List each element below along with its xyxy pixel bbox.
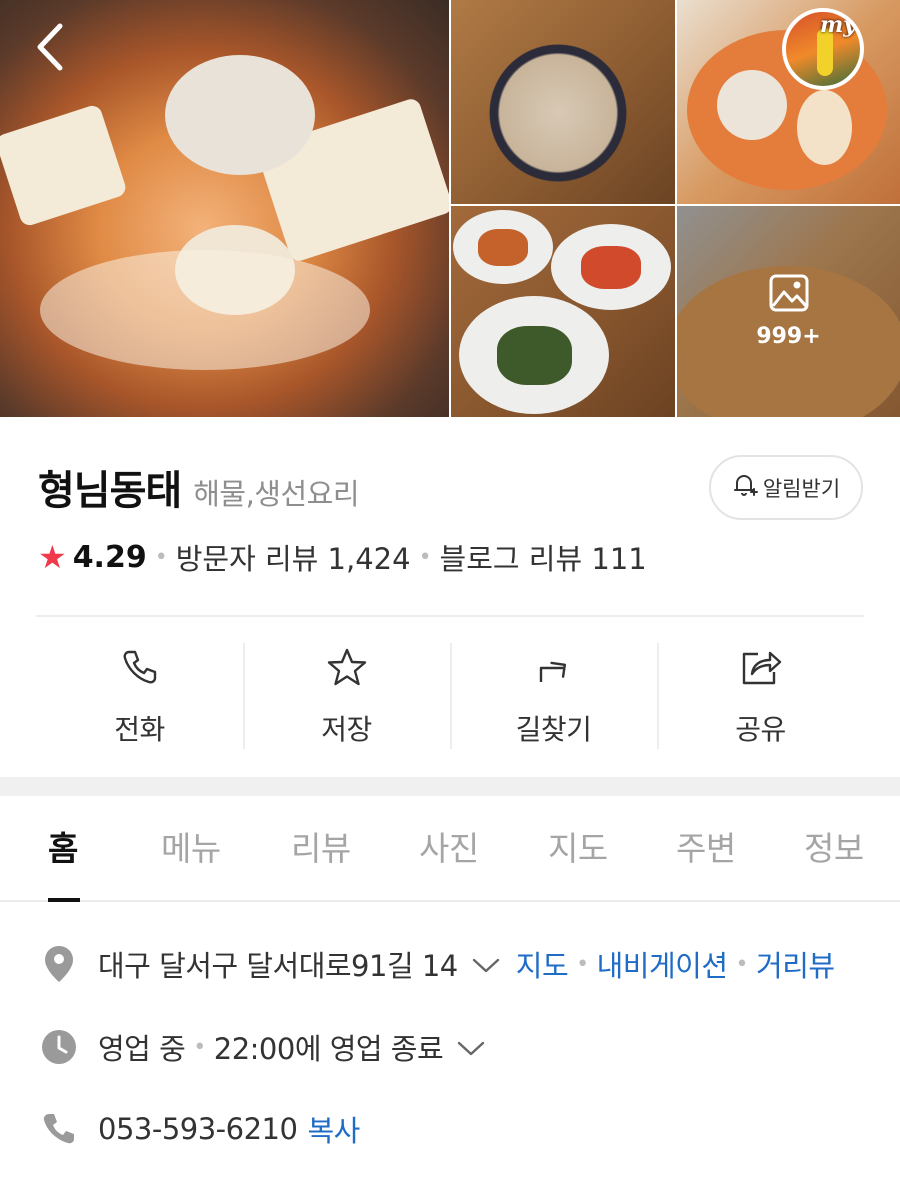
photo-gallery: 999+ my	[0, 0, 900, 417]
address-row: 대구 달서구 달서대로91길 14 지도 • 내비게이션 • 거리뷰	[38, 943, 835, 985]
more-photos-count: 999+	[756, 324, 821, 349]
photo-plate-1	[453, 210, 553, 284]
share-button[interactable]: 공유	[657, 643, 864, 749]
directions-label: 길찾기	[515, 713, 592, 746]
place-header: 형님동태 해물,생선요리	[38, 458, 360, 516]
divider	[36, 615, 864, 617]
hours-expand-chevron-icon[interactable]	[457, 1030, 485, 1064]
closing-time: 22:00에 영업 종료	[213, 1032, 444, 1066]
address-text: 대구 달서구 달서대로91길 14	[98, 949, 458, 983]
place-category: 해물,생선요리	[193, 477, 360, 511]
phone-filled-icon	[38, 1112, 80, 1146]
photo-fish	[165, 55, 315, 175]
separator-dot: •	[193, 1034, 206, 1060]
tab-home[interactable]: 홈	[48, 822, 78, 870]
notify-label: 알림받기	[762, 476, 841, 501]
clock-icon	[38, 1029, 80, 1065]
phone-icon	[121, 643, 159, 690]
copy-phone-link[interactable]: 복사	[307, 1108, 360, 1150]
directions-button[interactable]: 길찾기	[450, 643, 657, 749]
save-label: 저장	[321, 713, 372, 746]
phone-row: 053-593-6210 복사	[38, 1108, 360, 1150]
location-pin-icon	[38, 945, 80, 983]
navigation-link[interactable]: 내비게이션	[597, 943, 728, 985]
tab-reviews[interactable]: 리뷰	[291, 822, 351, 870]
separator-dot: •	[154, 544, 168, 570]
rating-star-icon: ★	[38, 538, 67, 576]
share-icon	[740, 643, 782, 690]
bell-plus-icon	[732, 472, 763, 503]
image-icon	[769, 274, 809, 316]
tab-bar: 홈 메뉴 리뷰 사진 지도 주변 정보	[0, 796, 900, 902]
share-label: 공유	[735, 713, 786, 746]
photo-noodles	[40, 250, 370, 370]
notify-button[interactable]: 알림받기	[709, 455, 863, 520]
tab-map[interactable]: 지도	[548, 822, 608, 870]
map-link[interactable]: 지도	[516, 943, 569, 985]
separator-dot: •	[576, 951, 589, 977]
hours-row: 영업 중 • 22:00에 영업 종료	[38, 1026, 501, 1068]
address-expand-chevron-icon[interactable]	[472, 947, 500, 981]
star-icon	[327, 643, 367, 690]
photo-coffee[interactable]	[451, 0, 675, 204]
section-separator	[0, 777, 900, 796]
phone-number: 053-593-6210	[98, 1112, 298, 1146]
call-button[interactable]: 전화	[36, 643, 243, 749]
tab-menu[interactable]: 메뉴	[161, 822, 221, 870]
blog-reviews-link[interactable]: 블로그 리뷰 111	[440, 536, 647, 578]
photo-tofu-left	[0, 103, 128, 228]
rating-score: 4.29	[72, 539, 147, 575]
photo-plate-3	[459, 296, 609, 414]
save-button[interactable]: 저장	[243, 643, 450, 749]
back-arrow-icon	[32, 23, 72, 76]
avatar-my-mark: my	[819, 12, 856, 38]
street-view-link[interactable]: 거리뷰	[756, 943, 835, 985]
tab-nearby[interactable]: 주변	[676, 822, 736, 870]
open-status: 영업 중	[98, 1032, 186, 1066]
directions-icon	[535, 643, 573, 690]
photo-stew-roe	[797, 90, 852, 165]
photo-plate-2	[551, 224, 671, 310]
tab-photos[interactable]: 사진	[419, 822, 479, 870]
tab-info[interactable]: 정보	[804, 822, 864, 870]
visitor-reviews-link[interactable]: 방문자 리뷰 1,424	[176, 536, 411, 578]
back-button[interactable]	[32, 22, 72, 72]
photo-side-dishes[interactable]	[451, 206, 675, 417]
action-bar: 전화 저장 길찾기 공유	[36, 643, 864, 749]
active-tab-indicator	[48, 898, 80, 902]
rating-row: ★ 4.29 • 방문자 리뷰 1,424 • 블로그 리뷰 111	[38, 536, 647, 578]
user-avatar[interactable]: my	[782, 8, 864, 90]
more-photos-button[interactable]: 999+	[677, 206, 900, 417]
photo-cup	[483, 38, 633, 188]
separator-dot: •	[735, 951, 749, 977]
call-label: 전화	[114, 713, 165, 746]
separator-dot: •	[418, 544, 432, 570]
place-name: 형님동태	[38, 468, 182, 514]
photo-stew-fish	[717, 70, 787, 140]
